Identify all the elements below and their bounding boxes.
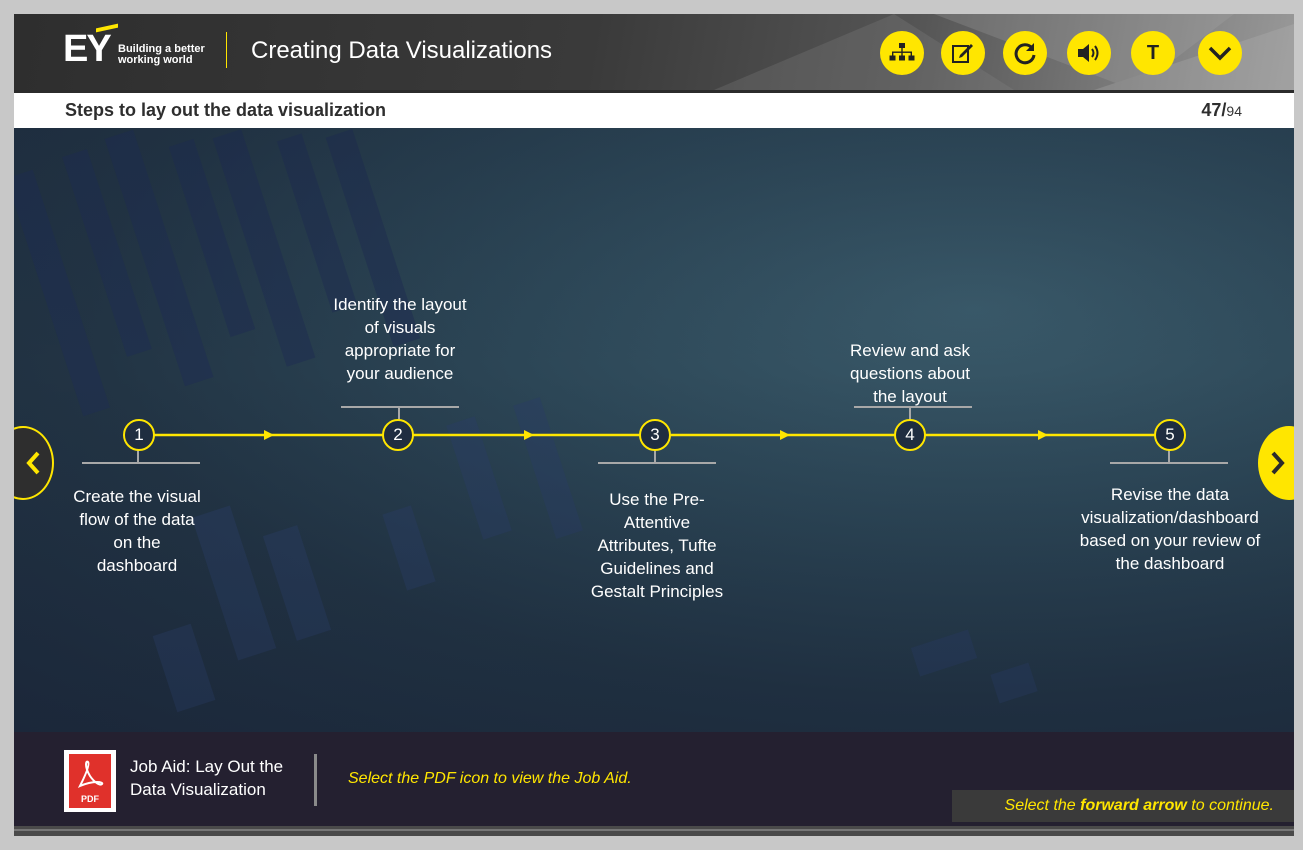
menu-button[interactable]: [880, 31, 924, 75]
timeline-arrow-4: [1038, 430, 1048, 440]
step-3-underline: [598, 462, 716, 464]
page-current: 47/: [1201, 100, 1227, 120]
slide-content: 1 2 3 4 5 Create the visual flow of the …: [14, 128, 1294, 732]
progress-strip: [14, 826, 1294, 836]
timeline-arrow-2: [524, 430, 534, 440]
step-1-text: Create the visual flow of the data on th…: [73, 487, 201, 575]
pdf-label: PDF: [81, 794, 100, 804]
pdf-button[interactable]: PDF: [64, 750, 116, 812]
step-5-number: 5: [1154, 419, 1186, 451]
step-3-number: 3: [639, 419, 671, 451]
sitemap-icon: [889, 43, 915, 61]
chevron-right-icon: [1271, 451, 1285, 475]
step-5-underline: [1110, 462, 1228, 464]
replay-button[interactable]: [1003, 31, 1047, 75]
step-5-text: Revise the data visualization/dashboard …: [1079, 485, 1261, 573]
slide-title-bar: Steps to lay out the data visualization …: [14, 93, 1294, 128]
continue-bold: forward arrow: [1080, 797, 1187, 814]
ey-logo: EY: [63, 28, 112, 70]
continue-suffix: to continue.: [1186, 797, 1274, 814]
step-1-underline: [82, 462, 200, 464]
step-3-text: Use the Pre-Attentive Attributes, Tufte …: [590, 490, 724, 601]
transcript-button[interactable]: T: [1131, 31, 1175, 75]
notes-button[interactable]: [941, 31, 985, 75]
step-2-underline: [341, 406, 459, 408]
header-divider: [226, 32, 227, 68]
chevron-down-icon: [1208, 46, 1232, 61]
slide-title: Steps to lay out the data visualization: [65, 100, 387, 120]
step-1-number: 1: [123, 419, 155, 451]
course-player: EY Building a better working world Creat…: [14, 14, 1294, 836]
step-4-number: 4: [894, 419, 926, 451]
transcript-icon: T: [1146, 41, 1160, 64]
timeline-arrow-3: [780, 430, 790, 440]
step-2-number: 2: [382, 419, 414, 451]
audio-icon: [1078, 44, 1099, 62]
logo-tagline-line-2: working world: [118, 54, 193, 66]
logo-tagline: Building a better working world: [118, 44, 218, 66]
audio-button[interactable]: [1067, 31, 1111, 75]
footer-bar: PDF Job Aid: Lay Out the Data Visualizat…: [14, 732, 1294, 826]
continue-text: Select the forward arrow to continue.: [1005, 797, 1274, 815]
more-menu-button[interactable]: [1198, 31, 1242, 75]
course-title: Creating Data Visualizations: [251, 37, 553, 64]
header-bar: EY Building a better working world Creat…: [14, 14, 1294, 90]
continue-prompt: Select the forward arrow to continue.: [952, 790, 1294, 822]
chevron-left-icon: [26, 451, 40, 475]
replay-icon: [1014, 43, 1036, 65]
page-total: 94: [1226, 103, 1242, 119]
pdf-instruction: Select the PDF icon to view the Job Aid.: [348, 770, 632, 787]
step-2-text: Identify the layout of visuals appropria…: [333, 295, 467, 383]
pdf-icon: PDF: [69, 754, 111, 808]
job-aid-title: Job Aid: Lay Out the Data Visualization: [130, 757, 284, 799]
step-4-text: Review and ask questions about the layou…: [849, 341, 971, 406]
page-counter: 47/94: [1201, 100, 1242, 121]
timeline-arrow-1: [264, 430, 274, 440]
footer-divider: [314, 754, 317, 806]
notes-icon: [952, 44, 973, 63]
continue-prefix: Select the: [1004, 797, 1081, 814]
